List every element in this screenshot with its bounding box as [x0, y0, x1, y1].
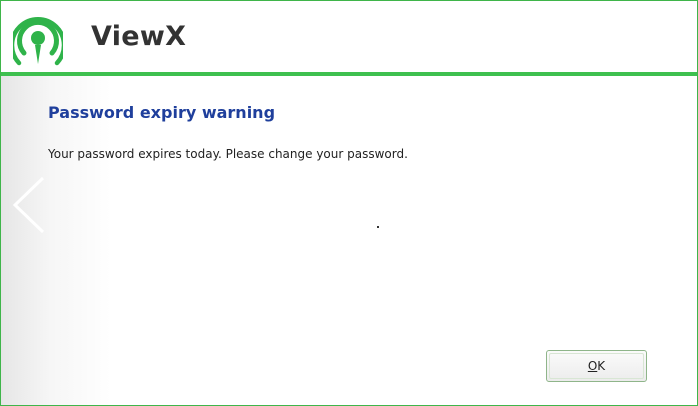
dialog-body: Password expiry warning Your password ex…: [1, 76, 697, 405]
dialog-message: Your password expires today. Please chan…: [48, 147, 408, 161]
wireless-signal-logo-icon: [13, 17, 63, 66]
ok-label-rest: K: [597, 359, 606, 373]
ok-button[interactable]: OK: [546, 350, 647, 382]
dialog-title: Password expiry warning: [48, 103, 276, 122]
focus-dot: [377, 226, 379, 228]
app-title: ViewX: [91, 21, 187, 52]
ok-button-face: OK: [549, 353, 644, 379]
viewx-dialog-window: ViewX Password expiry warning Your passw…: [0, 0, 698, 406]
ok-mnemonic: O: [587, 359, 598, 373]
chevron-left-icon[interactable]: [11, 176, 47, 234]
header-bar: ViewX: [1, 1, 697, 72]
